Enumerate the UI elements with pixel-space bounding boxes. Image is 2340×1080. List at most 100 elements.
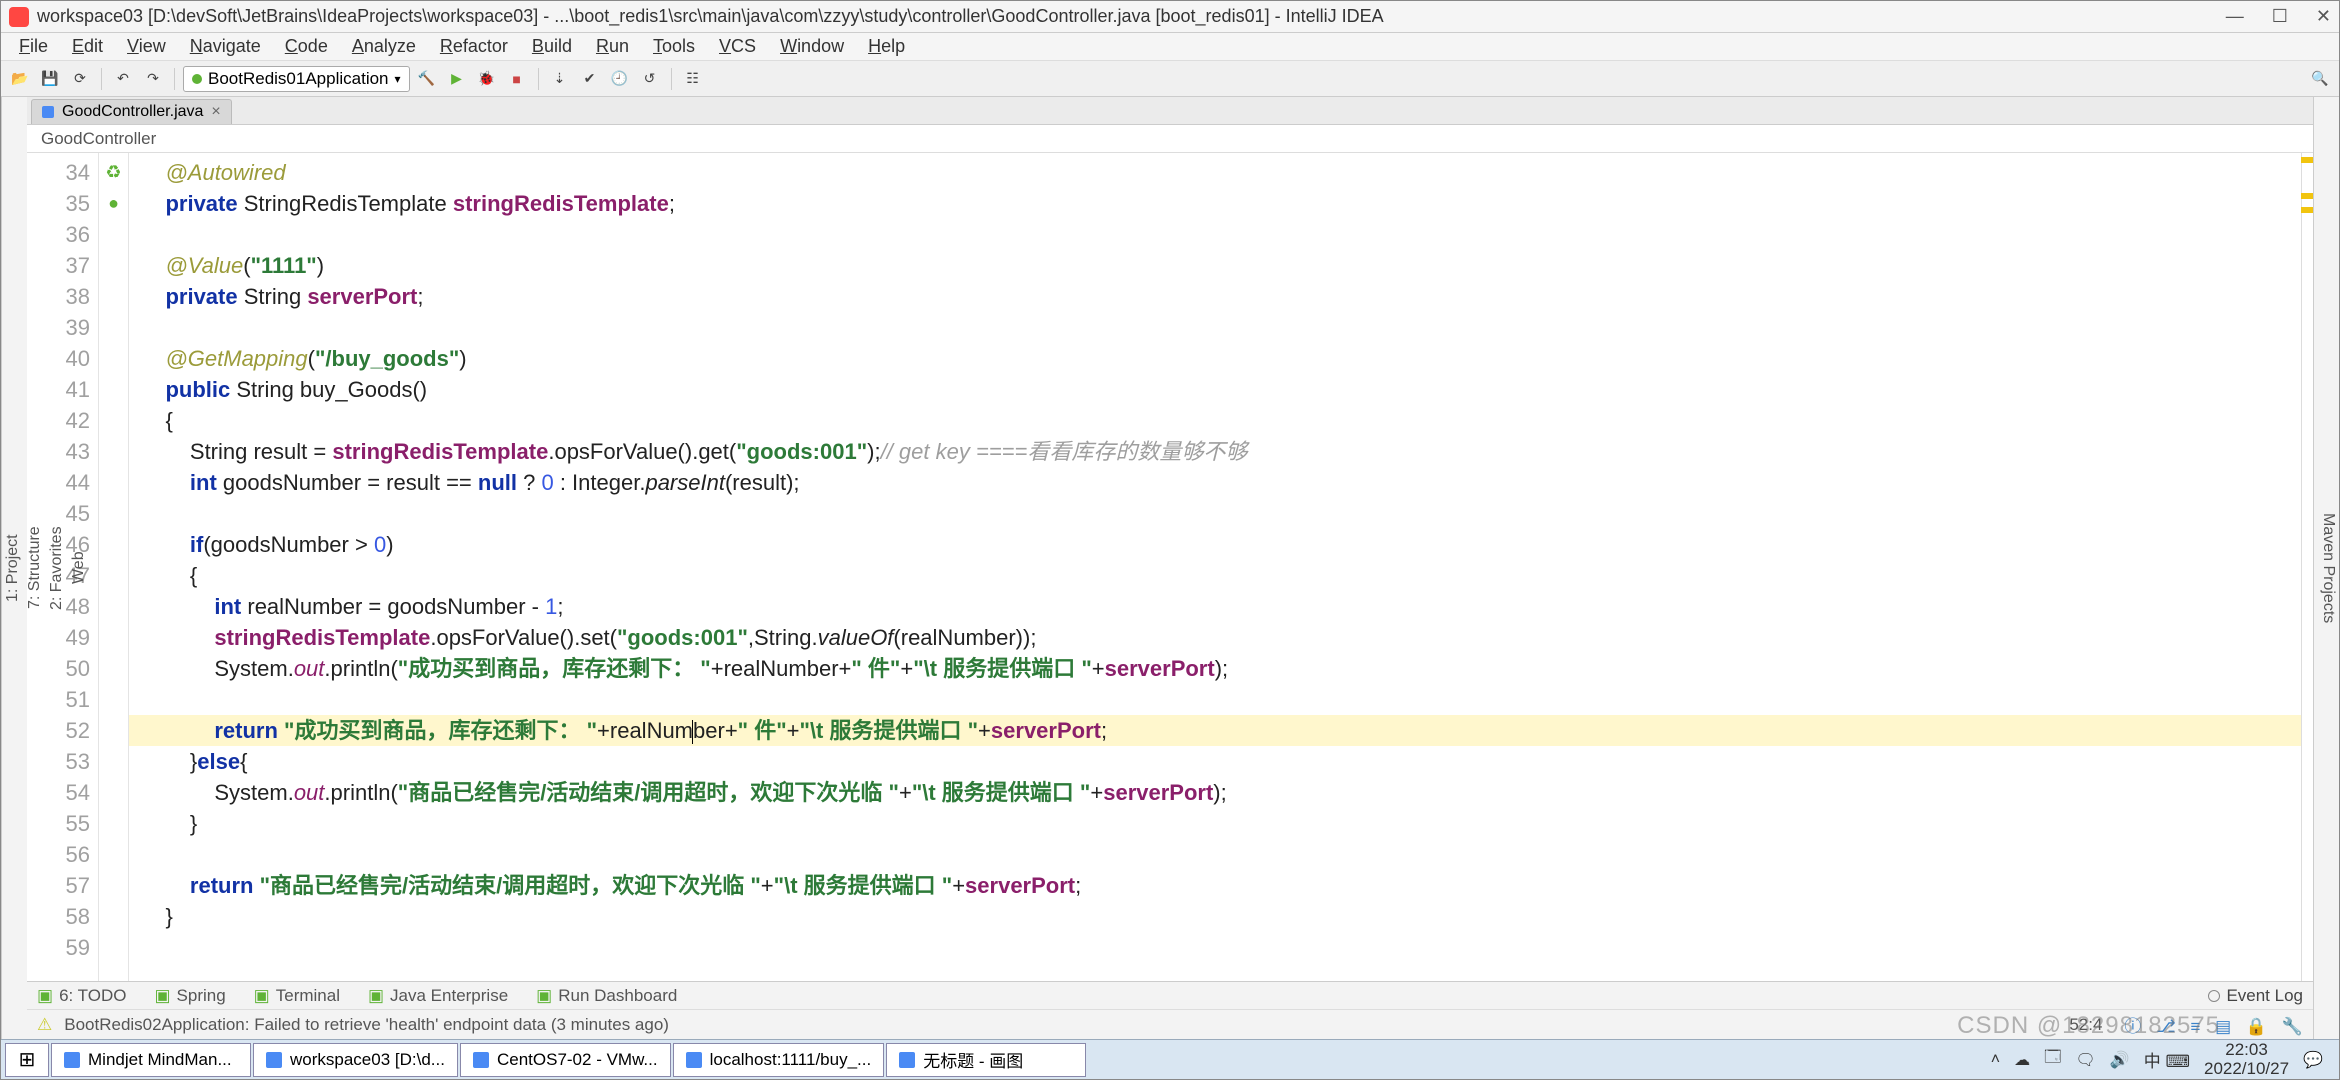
tray-clock[interactable]: 22:03 2022/10/27 [2204,1041,2289,1078]
menu-code[interactable]: Code [273,36,340,57]
bottom-tab-spring[interactable]: ▣Spring [154,986,225,1006]
maximize-button[interactable]: ☐ [2272,6,2288,27]
code-line-47[interactable]: { [141,560,2301,591]
bottom-tab-javaenterprise[interactable]: ▣Java Enterprise [368,986,508,1006]
breadcrumb[interactable]: GoodController [27,125,2313,153]
bottom-tab-terminal[interactable]: ▣Terminal [254,986,340,1006]
code-line-55[interactable]: } [141,808,2301,839]
settings-icon[interactable]: 🔧 [2282,1017,2303,1036]
menu-navigate[interactable]: Navigate [178,36,273,57]
tray-up-icon[interactable]: ˄ [1991,1051,2000,1069]
toolwindow-web[interactable]: Web [68,534,90,603]
code-line-44[interactable]: int goodsNumber = result == null ? 0 : I… [141,467,2301,498]
menu-help[interactable]: Help [856,36,917,57]
minimize-button[interactable]: — [2226,6,2244,27]
code-line-36[interactable] [141,219,2301,250]
code-line-56[interactable] [141,839,2301,870]
code-line-46[interactable]: if(goodsNumber > 0) [141,529,2301,560]
code-line-39[interactable] [141,312,2301,343]
event-log-button[interactable]: Event Log [2208,986,2303,1006]
menu-refactor[interactable]: Refactor [428,36,520,57]
toolwindow-mavenprojects[interactable]: Maven Projects [2317,495,2339,641]
vcs-history-icon[interactable]: 🕘 [607,66,633,92]
code-line-42[interactable]: { [141,405,2301,436]
build-icon[interactable]: 🔨 [414,66,440,92]
code-line-40[interactable]: @GetMapping("/buy_goods") [141,343,2301,374]
tray-cloud-icon[interactable]: ☁ [2014,1050,2030,1070]
lock-icon[interactable]: 🔒 [2246,1017,2267,1036]
warning-icon: ⚠ [37,1015,52,1035]
tray-battery-icon[interactable]: 🗔 [2044,1046,2061,1073]
open-icon[interactable]: 📂 [7,66,33,92]
code-line-34[interactable]: @Autowired [141,157,2301,188]
close-button[interactable]: ✕ [2316,6,2331,27]
redo-icon[interactable]: ↷ [140,66,166,92]
right-toolwindow-bar: Maven Projects [2313,97,2339,1039]
menu-analyze[interactable]: Analyze [340,36,428,57]
system-tray[interactable]: ˄ ☁ 🗔 🗨 🔊 中 ⌨ 22:03 2022/10/27 💬 [1979,1041,2335,1078]
toolwindow-favorites[interactable]: 2: Favorites [46,508,68,628]
code-editor[interactable]: @Autowired private StringRedisTemplate s… [129,153,2301,981]
vcs-revert-icon[interactable]: ↺ [637,66,663,92]
gutter-icons: ♻● [99,153,129,981]
toolwindow-project[interactable]: 1: Project [2,516,24,620]
java-class-icon [42,106,54,118]
file-tab-active[interactable]: GoodController.java × [31,99,232,124]
window-title: workspace03 [D:\devSoft\JetBrains\IdeaPr… [37,6,2226,27]
search-icon[interactable]: 🔍 [2307,66,2333,92]
toolwindow-structure[interactable]: 7: Structure [24,509,46,628]
bottom-tab-todo[interactable]: ▣6: TODO [37,986,126,1006]
menu-vcs[interactable]: VCS [707,36,768,57]
menu-file[interactable]: File [7,36,60,57]
taskbar-app[interactable]: CentOS7-02 - VMw... [460,1043,671,1077]
code-line-50[interactable]: System.out.println("成功买到商品，库存还剩下： "+real… [141,653,2301,684]
run-icon[interactable]: ▶ [444,66,470,92]
run-configuration-selector[interactable]: BootRedis01Application ▾ [183,66,410,92]
tray-ime[interactable]: 中 ⌨ [2144,1047,2190,1072]
tray-notifications-icon[interactable]: 💬 [2303,1050,2323,1070]
bottom-tab-rundashboard[interactable]: ▣Run Dashboard [536,986,677,1006]
code-line-41[interactable]: public String buy_Goods() [141,374,2301,405]
code-line-54[interactable]: System.out.println("商品已经售完/活动结束/调用超时，欢迎下… [141,777,2301,808]
save-icon[interactable]: 💾 [37,66,63,92]
menu-edit[interactable]: Edit [60,36,115,57]
editor-tab-bar: GoodController.java × [27,97,2313,125]
run-config-name: BootRedis01Application [208,69,389,89]
code-line-53[interactable]: }else{ [141,746,2301,777]
close-tab-icon[interactable]: × [211,103,220,121]
menu-window[interactable]: Window [768,36,856,57]
menu-build[interactable]: Build [520,36,584,57]
code-line-49[interactable]: stringRedisTemplate.opsForValue().set("g… [141,622,2301,653]
tray-shield-icon[interactable]: 🗨 [2075,1050,2095,1070]
vcs-commit-icon[interactable]: ✔ [577,66,603,92]
code-line-59[interactable] [141,932,2301,963]
menu-tools[interactable]: Tools [641,36,707,57]
code-line-45[interactable] [141,498,2301,529]
refresh-icon[interactable]: ⟳ [67,66,93,92]
stop-icon[interactable]: ■ [504,66,530,92]
code-line-48[interactable]: int realNumber = goodsNumber - 1; [141,591,2301,622]
vcs-update-icon[interactable]: ⇣ [547,66,573,92]
start-button[interactable]: ⊞ [5,1043,49,1077]
taskbar-app[interactable]: workspace03 [D:\d... [253,1043,458,1077]
taskbar-app[interactable]: localhost:1111/buy_... [673,1043,885,1077]
debug-icon[interactable]: 🐞 [474,66,500,92]
code-line-37[interactable]: @Value("1111") [141,250,2301,281]
code-line-52[interactable]: return "成功买到商品，库存还剩下： "+realNumber+" 件"+… [141,715,2301,746]
code-line-35[interactable]: private StringRedisTemplate stringRedisT… [141,188,2301,219]
file-tab-label: GoodController.java [62,103,203,121]
code-line-58[interactable]: } [141,901,2301,932]
menu-run[interactable]: Run [584,36,641,57]
taskbar-app[interactable]: Mindjet MindMan... [51,1043,251,1077]
code-line-38[interactable]: private String serverPort; [141,281,2301,312]
code-line-51[interactable] [141,684,2301,715]
structure-icon[interactable]: ☷ [680,66,706,92]
taskbar-app[interactable]: 无标题 - 画图 [886,1043,1086,1077]
code-line-43[interactable]: String result = stringRedisTemplate.opsF… [141,436,2301,467]
bottom-toolwindow-bar: ▣6: TODO ▣Spring ▣Terminal ▣Java Enterprise… [27,981,2313,1009]
menu-view[interactable]: View [115,36,178,57]
undo-icon[interactable]: ↶ [110,66,136,92]
code-line-57[interactable]: return "商品已经售完/活动结束/调用超时，欢迎下次光临 "+"\t 服务… [141,870,2301,901]
tray-volume-icon[interactable]: 🔊 [2110,1050,2130,1070]
error-stripe[interactable] [2301,153,2313,981]
